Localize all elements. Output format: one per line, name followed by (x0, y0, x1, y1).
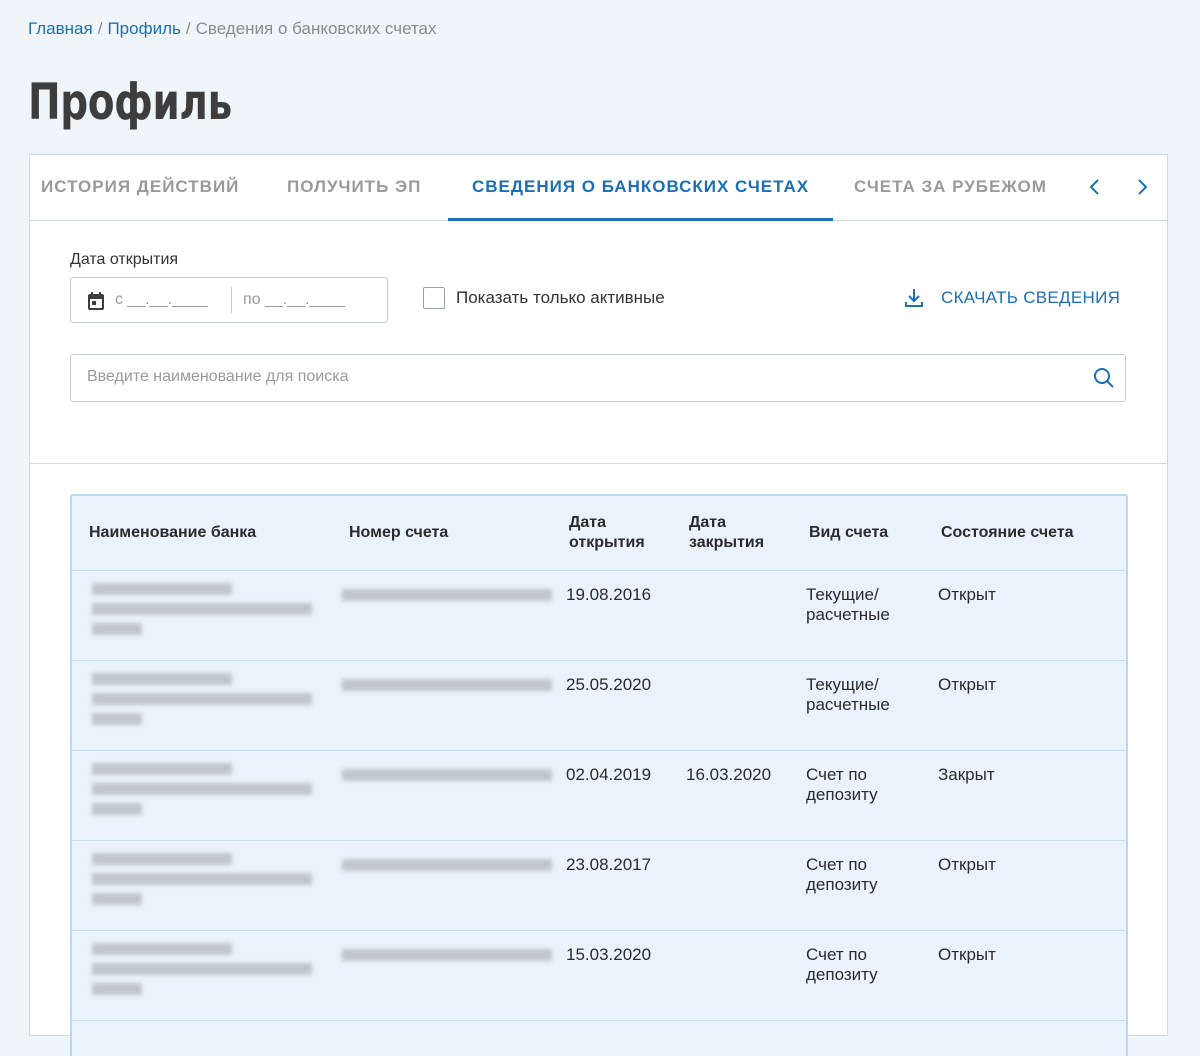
cell-closed: 16.03.2020 (686, 765, 772, 784)
column-header-type: Вид счета (809, 524, 889, 541)
cell-state: Закрыт (938, 765, 995, 784)
cell-type: Счет по депозиту (806, 945, 878, 985)
cell-opened: 25.05.2020 (566, 675, 652, 694)
account-number-redacted (342, 581, 556, 611)
date-filter-label: Дата открытия (70, 251, 179, 268)
column-header-text: Дата (569, 514, 607, 531)
table-row[interactable]: 02.04.2019 16.03.2020 Счет по депозиту За… (72, 751, 1126, 841)
cell-text: депозиту (806, 875, 878, 894)
column-header-bank: Наименование банка (89, 524, 257, 541)
cell-state: Открыт (938, 855, 996, 874)
column-header-text: Дата (689, 514, 727, 531)
bank-name-redacted (92, 851, 316, 911)
tabs-prev-button[interactable] (1083, 175, 1107, 199)
column-header-account: Номер счета (349, 524, 449, 541)
cell-text: Счет по (806, 945, 868, 964)
search-field[interactable] (70, 354, 1126, 402)
page-title: Профиль (28, 73, 232, 131)
breadcrumb: Главная / Профиль / Сведения о банковских сч… (28, 19, 437, 39)
cell-text: Счет по (806, 855, 868, 874)
table-row[interactable]: 23.08.2017 Счет по депозиту Открыт (72, 841, 1126, 931)
cell-state: Открыт (938, 945, 996, 964)
breadcrumb-home-link[interactable]: Главная (28, 19, 93, 38)
account-number-redacted (342, 671, 556, 701)
bank-name-redacted (92, 941, 316, 1001)
search-icon[interactable] (1093, 367, 1115, 389)
profile-card: ИСТОРИЯ ДЕЙСТВИЙ ПОЛУЧИТЬ ЭП СВЕДЕНИЯ О … (29, 154, 1168, 1056)
cell-text: депозиту (806, 965, 878, 984)
accounts-table: Наименование банка Номер счета Дата откры… (70, 494, 1128, 1056)
cell-type: Текущие/расчетные (806, 585, 890, 625)
download-label[interactable]: СКАЧАТЬ СВЕДЕНИЯ (941, 288, 1120, 308)
chevron-left-icon (1089, 179, 1099, 195)
breadcrumb-current: Сведения о банковских счетах (195, 19, 437, 38)
tabs-next-button[interactable] (1130, 175, 1154, 199)
cell-type: Текущие/расчетные (806, 675, 890, 715)
date-range-field[interactable]: с __.__.____ по __.__.____ (70, 277, 388, 323)
cell-state: Открыт (938, 585, 996, 604)
table-row[interactable]: 19.08.2016 Текущие/расчетные Открыт (72, 571, 1126, 661)
active-only-checkbox[interactable] (423, 287, 445, 309)
cell-opened: 02.04.2019 (566, 765, 652, 784)
cell-text: Текущие/ (806, 675, 879, 694)
cell-type: Счет по депозиту (806, 855, 878, 895)
breadcrumb-separator: / (97, 19, 103, 38)
cell-text: Текущие/ (806, 585, 879, 604)
account-number-redacted (342, 941, 556, 971)
tab-foreign-accounts[interactable]: СЧЕТА ЗА РУБЕЖОМ (854, 155, 1047, 219)
search-input[interactable] (72, 356, 1087, 398)
table-header: Наименование банка Номер счета Дата откры… (72, 496, 1126, 571)
download-icon (905, 289, 923, 307)
account-number-redacted (342, 851, 556, 881)
bank-name-redacted (92, 581, 316, 641)
column-header-closed: Дата закрытия (689, 513, 764, 553)
cell-opened: 23.08.2017 (566, 855, 652, 874)
breadcrumb-separator: / (185, 19, 191, 38)
cell-opened: 15.03.2020 (566, 945, 652, 964)
table-row[interactable]: 15.03.2020 Счет по депозиту Открыт (72, 931, 1126, 1021)
bank-name-redacted (92, 761, 316, 821)
tab-get-signature[interactable]: ПОЛУЧИТЬ ЭП (287, 155, 421, 219)
date-to-input[interactable]: по __.__.____ (243, 291, 345, 309)
cell-text: расчетные (806, 605, 890, 624)
chevron-right-icon (1138, 179, 1148, 195)
cell-text: Счет по (806, 765, 868, 784)
active-only-label[interactable]: Показать только активные (456, 288, 665, 308)
column-header-opened: Дата открытия (569, 513, 645, 553)
cell-state: Открыт (938, 675, 996, 694)
column-header-text: закрытия (689, 534, 765, 551)
account-number-redacted (342, 761, 556, 791)
cell-type: Счет по депозиту (806, 765, 878, 805)
filters-panel: Дата открытия с __.__.____ по __.__.____… (30, 221, 1167, 464)
date-from-input[interactable]: с __.__.____ (115, 291, 208, 309)
cell-opened: 19.08.2016 (566, 585, 652, 604)
table-row[interactable]: 25.05.2020 Текущие/расчетные Открыт (72, 661, 1126, 751)
tab-bank-accounts[interactable]: СВЕДЕНИЯ О БАНКОВСКИХ СЧЕТАХ (447, 155, 834, 221)
calendar-icon[interactable] (87, 291, 105, 311)
cell-text: расчетные (806, 695, 890, 714)
cell-text: депозиту (806, 785, 878, 804)
column-header-text: открытия (569, 534, 645, 551)
date-range-divider (231, 287, 232, 313)
tab-action-history[interactable]: ИСТОРИЯ ДЕЙСТВИЙ (41, 155, 239, 219)
tab-bar: ИСТОРИЯ ДЕЙСТВИЙ ПОЛУЧИТЬ ЭП СВЕДЕНИЯ О … (30, 155, 1167, 221)
breadcrumb-profile-link[interactable]: Профиль (107, 19, 180, 38)
bank-name-redacted (92, 671, 316, 731)
column-header-state: Состояние счета (941, 524, 1074, 541)
